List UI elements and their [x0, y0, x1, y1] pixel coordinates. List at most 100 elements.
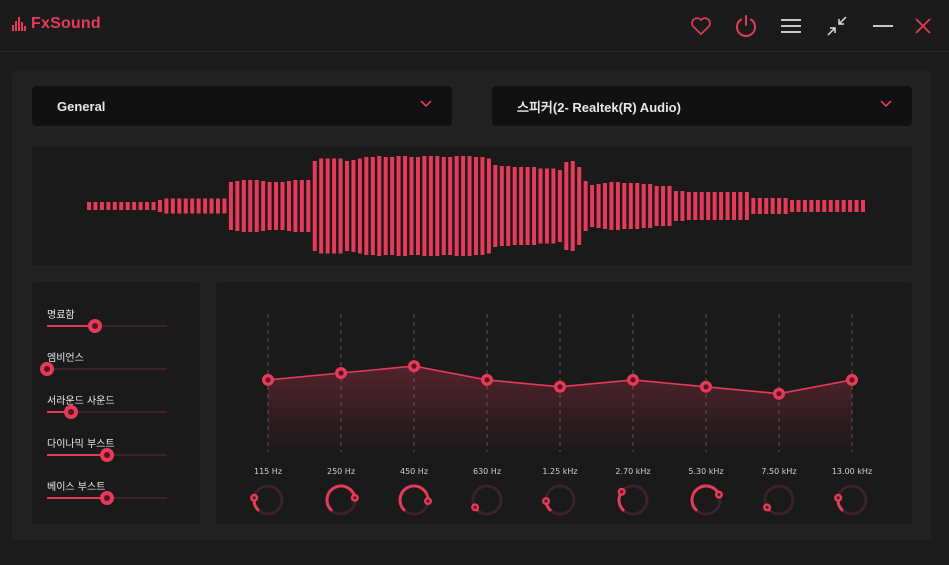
visualizer-bar: [235, 181, 240, 231]
visualizer-bar: [828, 200, 833, 212]
visualizer-bar: [125, 202, 130, 210]
visualizer-bar: [861, 200, 865, 212]
visualizer-bar: [577, 167, 582, 245]
band-label: 5.30 kHz: [688, 467, 724, 476]
visualizer-bar: [474, 157, 478, 255]
visualizer-bar: [312, 161, 317, 251]
menu-icon: [781, 19, 801, 33]
visualizer-bar: [177, 198, 182, 214]
visualizer-bar: [119, 202, 124, 210]
minimize-view-icon: [827, 16, 847, 36]
menu-button[interactable]: [775, 10, 807, 42]
visualizer-bar: [293, 180, 298, 232]
visualizer-bar: [693, 192, 698, 220]
compact-view-button[interactable]: [821, 10, 853, 42]
visualizer-bar: [157, 200, 162, 212]
close-icon: [915, 18, 931, 34]
visualizer-bar: [777, 198, 782, 214]
visualizer-bar: [686, 192, 691, 220]
visualizer-bar: [454, 156, 459, 256]
visualizer-bar: [661, 186, 666, 226]
visualizer-bar: [770, 198, 775, 214]
visualizer-bar: [254, 180, 259, 232]
slider-knob[interactable]: [100, 491, 114, 505]
visualizer-bar: [267, 182, 272, 230]
effect-label: 엠비언스: [47, 353, 84, 364]
eq-band-handle-center: [338, 370, 344, 376]
chevron-down-icon: [880, 100, 892, 108]
visualizer-bar: [699, 192, 704, 220]
effect-label: 서라운드 사운드: [47, 396, 115, 407]
output-device-selected: 스피커(2- Realtek(R) Audio): [517, 99, 681, 115]
slider-knob[interactable]: [88, 319, 102, 333]
visualizer-bar: [822, 200, 827, 212]
visualizer-bar: [170, 198, 175, 214]
minimize-icon: [873, 25, 893, 27]
visualizer-bar: [815, 200, 820, 212]
audio-visualizer: [32, 147, 912, 265]
visualizer-bar: [203, 198, 208, 214]
visualizer-bar: [106, 202, 111, 210]
visualizer-bar: [241, 180, 246, 232]
effect-slider[interactable]: [40, 362, 167, 376]
visualizer-bar: [796, 200, 801, 212]
slider-fill: [47, 497, 107, 499]
visualizer-bar: [196, 198, 201, 214]
visualizer-bar: [751, 198, 756, 214]
visualizer-bar: [615, 182, 620, 230]
visualizer-bar: [325, 158, 330, 254]
visualizer-bar: [248, 180, 253, 232]
output-device-dropdown[interactable]: 스피커(2- Realtek(R) Audio): [492, 86, 912, 126]
effects-panel: 명료함 엠비언스 서라운드 사운드 다이나믹 부스트 베이스 부스트: [32, 282, 200, 524]
visualizer-bar: [209, 198, 214, 214]
eq-band-handle-center: [849, 377, 855, 383]
visualizer-bar: [596, 184, 601, 228]
visualizer-bar: [390, 157, 395, 255]
effect-clarity: 명료함: [47, 306, 172, 333]
close-button[interactable]: [907, 10, 939, 42]
visualizer-bar: [551, 168, 556, 244]
eq-band-handle-center: [703, 384, 709, 390]
eq-band-handle-center: [557, 384, 563, 390]
effect-slider[interactable]: [47, 319, 167, 333]
visualizer-bar: [435, 156, 440, 256]
visualizer-bar: [590, 185, 595, 227]
visualizer-bar: [564, 162, 569, 250]
preset-dropdown[interactable]: General: [32, 86, 452, 126]
visualizer-bars: [87, 156, 865, 256]
visualizer-bar: [603, 183, 607, 229]
effect-slider[interactable]: [47, 491, 167, 505]
visualizer-bar: [112, 202, 117, 210]
slider-knob[interactable]: [100, 448, 114, 462]
visualizer-bar: [744, 192, 749, 220]
visualizer-bar: [648, 184, 653, 228]
visualizer-bar: [99, 202, 104, 210]
slider-knob[interactable]: [64, 405, 78, 419]
effect-slider[interactable]: [47, 448, 167, 462]
visualizer-bar: [738, 192, 743, 220]
minimize-button[interactable]: [867, 10, 899, 42]
equalizer-graph: [250, 314, 868, 516]
visualizer-bar: [299, 180, 304, 232]
visualizer-bar: [274, 182, 279, 230]
visualizer-bar: [835, 200, 840, 212]
power-button[interactable]: [730, 10, 762, 42]
eq-band-handle-center: [776, 391, 782, 397]
visualizer-bar: [802, 200, 807, 212]
visualizer-bar: [190, 198, 195, 214]
slider-knob[interactable]: [40, 362, 54, 376]
visualizer-bar: [164, 198, 169, 214]
visualizer-bar: [216, 198, 220, 214]
visualizer-bar: [351, 160, 356, 252]
visualizer-bar: [222, 198, 227, 214]
favorite-button[interactable]: [685, 10, 717, 42]
visualizer-bar: [544, 168, 549, 244]
visualizer-bar: [732, 192, 736, 220]
app-logo: FxSound: [12, 15, 101, 33]
effect-slider[interactable]: [47, 405, 167, 419]
visualizer-bar: [338, 158, 343, 254]
visualizer-bar: [538, 168, 543, 244]
visualizer-bar: [377, 156, 382, 256]
visualizer-bar: [809, 200, 814, 212]
eq-knob-value-arc: [690, 484, 721, 512]
